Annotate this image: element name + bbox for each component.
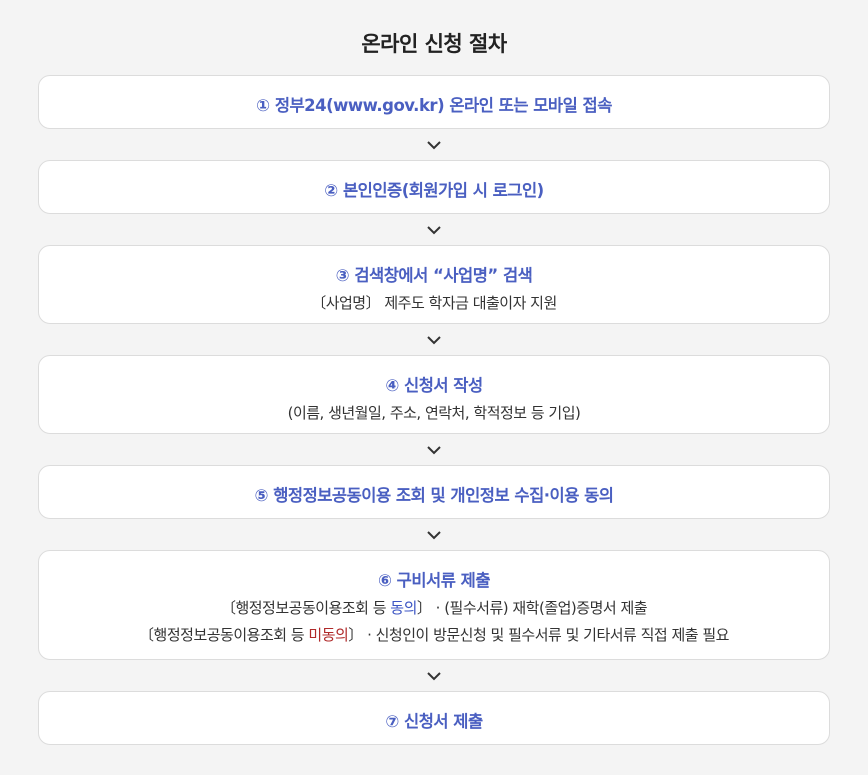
step-1: ① 정부24(www.gov.kr) 온라인 또는 모바일 접속 bbox=[38, 75, 830, 129]
step-description: 〔사업명〕 제주도 학자금 대출이자 지원 bbox=[311, 294, 557, 312]
line-prefix: 〔행정정보공동이용조회 등 bbox=[139, 626, 309, 644]
step-title: ⑥ 구비서류 제출 bbox=[377, 571, 491, 590]
step-5: ⑤ 행정정보공동이용 조회 및 개인정보 수집·이용 동의 bbox=[38, 465, 830, 519]
step-title: ② 본인인증(회원가입 시 로그인) bbox=[324, 181, 544, 200]
step-2: ② 본인인증(회원가입 시 로그인) bbox=[38, 160, 830, 214]
chevron-down-icon bbox=[426, 530, 442, 540]
step-4: ④ 신청서 작성 (이름, 생년월일, 주소, 연락처, 학적정보 등 기입) bbox=[38, 355, 830, 434]
chevron-down-icon bbox=[426, 445, 442, 455]
chevron-down-icon bbox=[426, 671, 442, 681]
step-description: (이름, 생년월일, 주소, 연락처, 학적정보 등 기입) bbox=[287, 404, 581, 422]
agree-highlight: 동의 bbox=[390, 599, 417, 617]
line-suffix: 〕 · 신청인이 방문신청 및 필수서류 및 기타서류 직접 제출 필요 bbox=[348, 626, 729, 644]
step-title: ① 정부24(www.gov.kr) 온라인 또는 모바일 접속 bbox=[256, 96, 612, 115]
disagree-highlight: 미동의 bbox=[308, 626, 349, 644]
step-3: ③ 검색창에서 “사업명” 검색 〔사업명〕 제주도 학자금 대출이자 지원 bbox=[38, 245, 830, 324]
step-title: ③ 검색창에서 “사업명” 검색 bbox=[335, 266, 533, 285]
step-title: ⑤ 행정정보공동이용 조회 및 개인정보 수집·이용 동의 bbox=[254, 486, 615, 505]
step-7: ⑦ 신청서 제출 bbox=[38, 691, 830, 745]
chevron-down-icon bbox=[426, 225, 442, 235]
line-prefix: 〔행정정보공동이용조회 등 bbox=[220, 599, 391, 617]
consent-disagree-line: 〔행정정보공동이용조회 등 미동의〕 · 신청인이 방문신청 및 필수서류 및 … bbox=[39, 624, 829, 645]
step-title: ⑦ 신청서 제출 bbox=[385, 712, 483, 731]
page: 온라인 신청 절차 ① 정부24(www.gov.kr) 온라인 또는 모바일 … bbox=[0, 0, 868, 775]
consent-agree-line: 〔행정정보공동이용조회 등 동의〕 · (필수서류) 재학(졸업)증명서 제출 bbox=[39, 597, 829, 618]
page-title: 온라인 신청 절차 bbox=[361, 32, 507, 56]
chevron-down-icon bbox=[426, 140, 442, 150]
line-suffix: 〕 · (필수서류) 재학(졸업)증명서 제출 bbox=[416, 599, 648, 617]
chevron-down-icon bbox=[426, 335, 442, 345]
step-6: ⑥ 구비서류 제출 〔행정정보공동이용조회 등 동의〕 · (필수서류) 재학(… bbox=[38, 550, 830, 660]
step-title: ④ 신청서 작성 bbox=[385, 376, 483, 395]
